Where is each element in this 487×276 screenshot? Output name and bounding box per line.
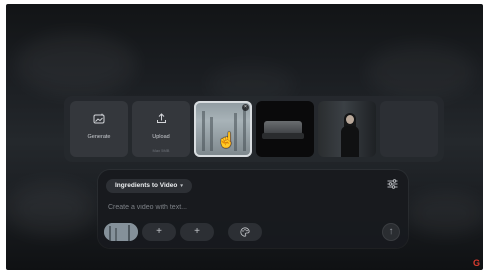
tree-shape [202, 111, 205, 151]
hand-cursor-icon: ☝ [217, 132, 236, 149]
tree-shape [243, 107, 246, 151]
upload-label: Upload [152, 134, 170, 140]
background-blur [406, 194, 483, 234]
chevron-down-icon: ▾ [180, 183, 183, 189]
couch-thumbnail[interactable] [256, 101, 314, 157]
add-ingredient-button[interactable]: + [180, 223, 214, 241]
generate-button[interactable]: Generate [70, 101, 128, 157]
remove-thumbnail-button[interactable]: × [242, 104, 249, 111]
settings-sliders-icon[interactable] [387, 179, 398, 192]
mode-label: Ingredients to Video [115, 182, 178, 189]
add-ingredient-button[interactable]: + [142, 223, 176, 241]
empty-slot[interactable] [380, 101, 438, 157]
send-button[interactable]: ↑ [382, 223, 400, 241]
brand-logo-icon: G [472, 258, 480, 268]
person-head-shape [346, 115, 354, 124]
generate-label: Generate [87, 134, 111, 140]
palette-icon[interactable] [228, 223, 262, 241]
prompt-input[interactable] [108, 201, 348, 213]
prompt-composer: Ingredients to Video▾ + + [98, 170, 408, 248]
upload-size-hint: Max 5MB [152, 148, 170, 153]
foggy-forest-thumbnail[interactable]: × ☝ [194, 101, 252, 157]
app-window: Generate Upload Max 5MB × ☝ Ingredients … [6, 4, 483, 270]
background-blur [6, 184, 96, 234]
background-blur [16, 34, 136, 94]
mode-selector[interactable]: Ingredients to Video ▾ [106, 179, 192, 193]
background-blur [366, 44, 476, 99]
upload-icon [132, 113, 190, 127]
upload-button[interactable]: Upload Max 5MB [132, 101, 190, 157]
ingredient-slot-image[interactable] [104, 223, 138, 241]
person-body-shape [341, 126, 359, 157]
media-strip: Generate Upload Max 5MB × ☝ [64, 96, 444, 162]
couch-base-shape [262, 133, 304, 139]
person-thumbnail[interactable] [318, 101, 376, 157]
sparkle-image-icon [70, 113, 128, 127]
tree-shape [210, 117, 213, 151]
